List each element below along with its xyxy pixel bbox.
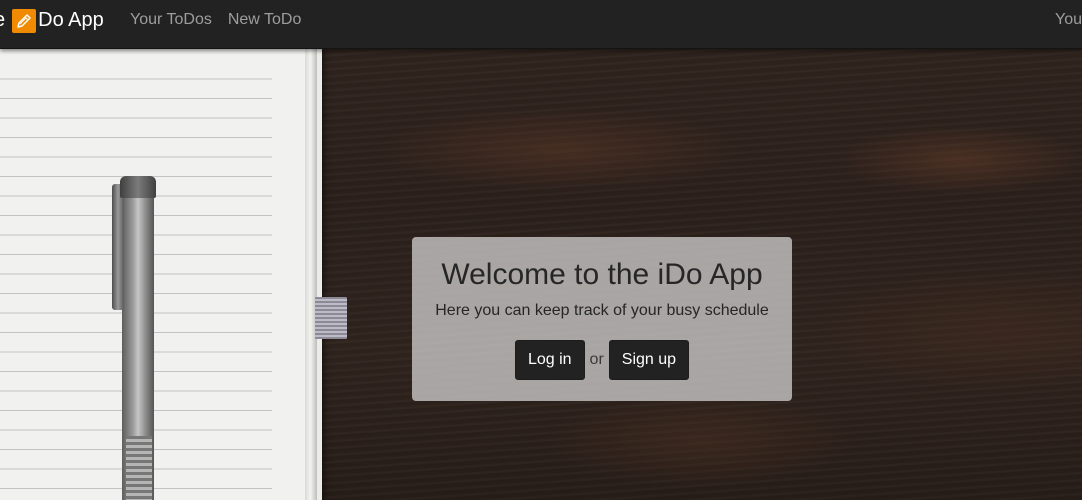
pen-clip — [112, 184, 124, 310]
nav-link-new-todo[interactable]: New ToDo — [228, 11, 302, 29]
nav-link-your-todos[interactable]: Your ToDos — [130, 11, 212, 29]
welcome-panel: Welcome to the iDo App Here you can keep… — [412, 237, 792, 401]
brand-name: Do App — [38, 8, 104, 31]
elastic-bookmark — [315, 297, 347, 339]
login-button[interactable]: Log in — [514, 340, 585, 380]
brand-link[interactable]: e Do App — [0, 0, 104, 40]
welcome-subtitle: Here you can keep track of your busy sch… — [435, 302, 769, 319]
pen-illustration — [112, 176, 156, 500]
nav-user-link[interactable]: You — [1055, 0, 1082, 40]
or-separator: or — [589, 351, 604, 368]
pencil-icon — [12, 9, 37, 33]
pen-cap — [120, 176, 156, 198]
top-navbar: e Do App Your ToDos New ToDo You — [0, 0, 1082, 49]
notebook-edge — [305, 48, 317, 500]
pen-grip — [126, 436, 152, 500]
brand-prefix: e — [0, 9, 5, 32]
welcome-title: Welcome to the iDo App — [441, 258, 763, 291]
signup-button[interactable]: Sign up — [608, 340, 690, 380]
notebook-illustration — [0, 48, 322, 500]
auth-actions: Log in or Sign up — [412, 340, 792, 380]
nav-links: Your ToDos New ToDo — [130, 0, 301, 40]
